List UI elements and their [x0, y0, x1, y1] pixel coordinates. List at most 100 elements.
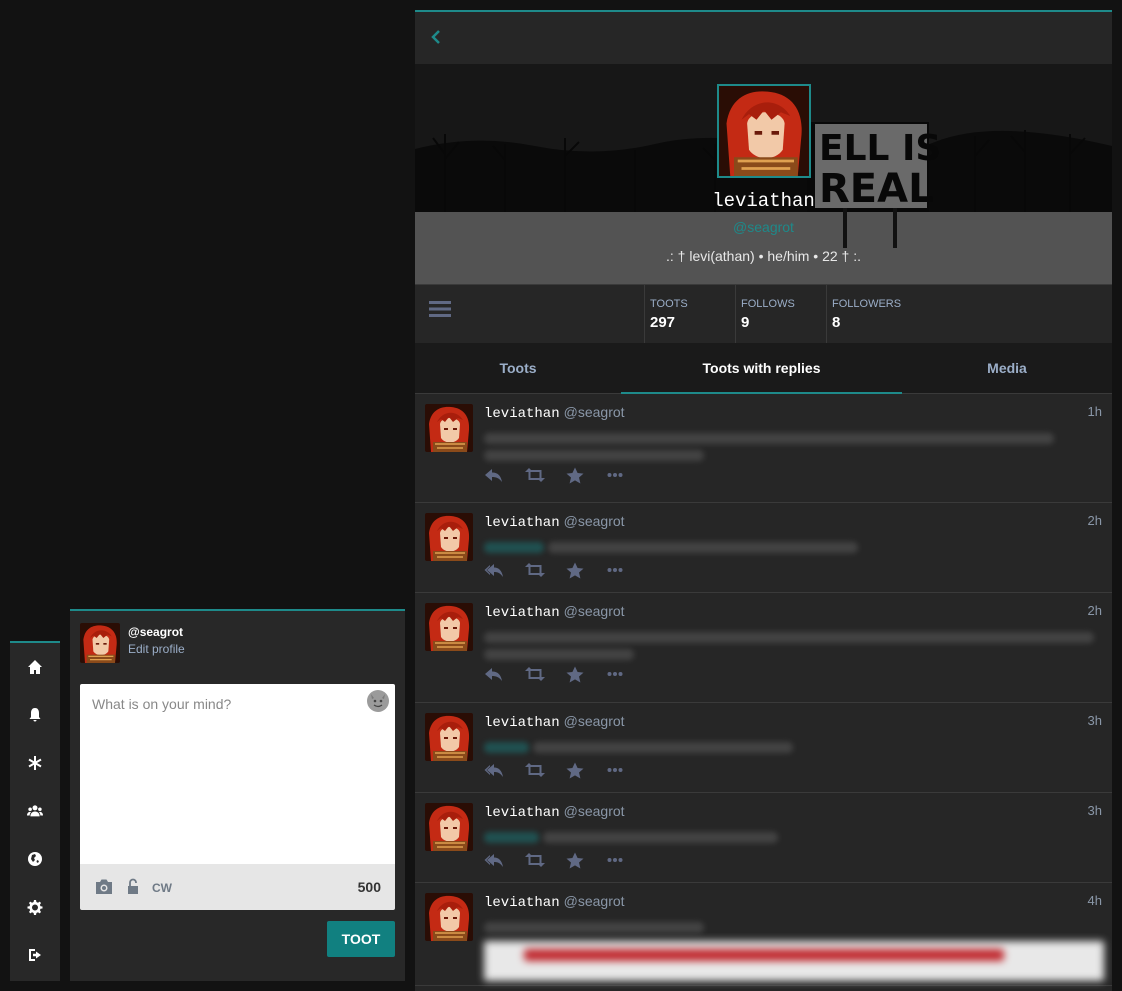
tab-toots-with-replies[interactable]: Toots with replies [621, 343, 902, 394]
status-avatar[interactable] [425, 803, 473, 851]
status-timestamp[interactable]: 2h [1088, 603, 1102, 618]
status-timestamp[interactable]: 3h [1088, 803, 1102, 818]
profile-avatar[interactable] [717, 84, 811, 178]
compose-avatar[interactable] [80, 623, 120, 663]
character-counter: 500 [357, 879, 381, 895]
status-display-name[interactable]: leviathan @seagrot [484, 404, 625, 422]
retweet-icon [525, 468, 545, 482]
status-timestamp[interactable]: 3h [1088, 713, 1102, 728]
boost-button[interactable] [525, 665, 566, 683]
boost-button[interactable] [525, 561, 566, 579]
avatar-image [425, 513, 473, 561]
status-item[interactable]: leviathan @seagrot 3h [415, 793, 1112, 883]
favourite-button[interactable] [566, 665, 607, 683]
avatar-image [425, 603, 473, 651]
star-icon [566, 762, 584, 778]
star-icon [566, 467, 584, 483]
favourite-button[interactable] [566, 851, 607, 869]
edit-profile-link[interactable]: Edit profile [128, 642, 185, 656]
stat-toots-value: 297 [650, 314, 676, 331]
ellipsis-icon [607, 672, 623, 676]
stat-followers[interactable]: FOLLOWERS 8 [826, 285, 932, 343]
compose-input[interactable] [90, 694, 364, 858]
status-display-name[interactable]: leviathan @seagrot [484, 513, 625, 531]
back-button[interactable] [431, 30, 441, 49]
stat-follows-label: FOLLOWS [741, 298, 795, 310]
stat-toots[interactable]: TOOTS 297 [644, 285, 735, 343]
reply-button[interactable] [484, 665, 525, 683]
status-avatar[interactable] [425, 404, 473, 452]
star-icon [566, 666, 584, 682]
compose-header: @seagrot Edit profile [80, 623, 185, 665]
devil-emoji-icon [370, 694, 386, 710]
status-avatar[interactable] [425, 713, 473, 761]
nav-local-timeline[interactable] [10, 739, 60, 787]
status-actions [484, 665, 648, 683]
privacy-button[interactable] [126, 878, 140, 900]
boost-button[interactable] [525, 466, 566, 484]
attached-link-preview[interactable] [484, 941, 1104, 981]
nav-explore[interactable] [10, 835, 60, 883]
content-warning-button[interactable]: CW [152, 881, 172, 895]
chevron-left-icon [431, 30, 440, 44]
status-timestamp[interactable]: 1h [1088, 404, 1102, 419]
stat-follows[interactable]: FOLLOWS 9 [735, 285, 826, 343]
more-button[interactable] [607, 466, 648, 484]
reply-button[interactable] [484, 561, 525, 579]
ellipsis-icon [607, 473, 623, 477]
status-avatar[interactable] [425, 513, 473, 561]
profile-stats-bar: TOOTS 297 FOLLOWS 9 FOLLOWERS 8 [415, 284, 1112, 344]
compose-textarea-container [80, 684, 395, 864]
status-item[interactable]: leviathan @seagrot 2h [415, 503, 1112, 593]
bell-icon [29, 708, 41, 722]
star-icon [566, 562, 584, 578]
upload-media-button[interactable] [94, 878, 114, 900]
status-item[interactable]: leviathan @seagrot 2h [415, 593, 1112, 703]
emoji-picker-button[interactable] [367, 690, 389, 712]
nav-notifications[interactable] [10, 691, 60, 739]
favourite-button[interactable] [566, 466, 607, 484]
favourite-button[interactable] [566, 561, 607, 579]
avatar-image [719, 86, 809, 176]
retweet-icon [525, 563, 545, 577]
tab-toots[interactable]: Toots [415, 343, 621, 393]
status-content-blurred [484, 826, 1099, 843]
status-display-name[interactable]: leviathan @seagrot [484, 603, 625, 621]
account-menu-button[interactable] [429, 300, 451, 323]
camera-icon [96, 879, 112, 894]
compose-handle: @seagrot [128, 625, 184, 639]
reply-icon [484, 564, 503, 577]
nav-preferences[interactable] [10, 883, 60, 931]
more-button[interactable] [607, 561, 648, 579]
more-button[interactable] [607, 851, 648, 869]
status-display-name[interactable]: leviathan @seagrot [484, 893, 625, 911]
account-column: ELL IS REAL leviathan @seagrot .: † levi… [415, 10, 1112, 991]
status-avatar[interactable] [425, 893, 473, 941]
status-avatar[interactable] [425, 603, 473, 651]
reply-button[interactable] [484, 761, 525, 779]
status-timestamp[interactable]: 4h [1088, 893, 1102, 908]
ellipsis-icon [607, 768, 623, 772]
status-display-name[interactable]: leviathan @seagrot [484, 713, 625, 731]
reply-button[interactable] [484, 466, 525, 484]
status-item[interactable]: leviathan @seagrot 4h [415, 883, 1112, 986]
boost-button[interactable] [525, 851, 566, 869]
nav-federated-timeline[interactable] [10, 787, 60, 835]
navigation-rail [10, 641, 60, 981]
more-button[interactable] [607, 761, 648, 779]
reply-button[interactable] [484, 851, 525, 869]
nav-home[interactable] [10, 643, 60, 691]
tab-media[interactable]: Media [902, 343, 1112, 393]
status-timestamp[interactable]: 2h [1088, 513, 1102, 528]
nav-logout[interactable] [10, 931, 60, 979]
status-content-blurred [484, 626, 1099, 660]
favourite-button[interactable] [566, 761, 607, 779]
status-content-blurred [484, 736, 1099, 753]
status-item[interactable]: leviathan @seagrot 3h [415, 703, 1112, 793]
boost-button[interactable] [525, 761, 566, 779]
toot-button[interactable]: TOOT [327, 921, 395, 957]
more-button[interactable] [607, 665, 648, 683]
status-display-name[interactable]: leviathan @seagrot [484, 803, 625, 821]
ellipsis-icon [607, 568, 623, 572]
status-item[interactable]: leviathan @seagrot 1h [415, 394, 1112, 503]
